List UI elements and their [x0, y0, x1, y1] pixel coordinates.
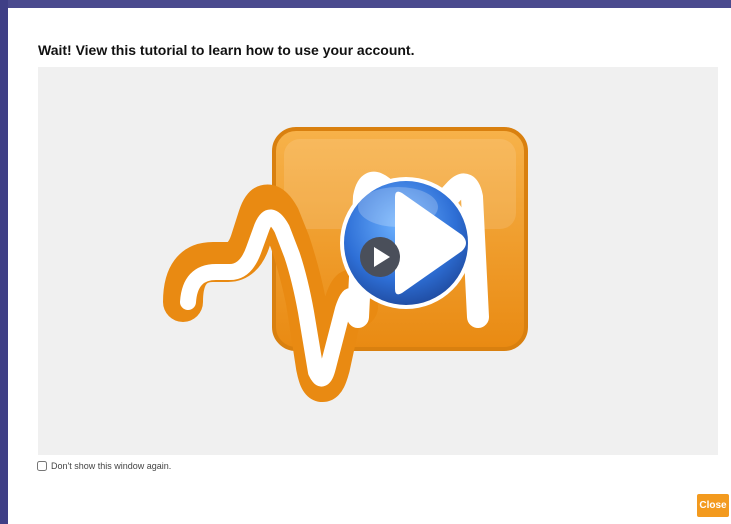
- dialog-title: Wait! View this tutorial to learn how to…: [38, 42, 415, 58]
- blue-play-button-icon[interactable]: [340, 177, 472, 309]
- video-thumbnail: [163, 127, 528, 402]
- window-top-border: [0, 0, 731, 8]
- tutorial-dialog: Wait! View this tutorial to learn how to…: [8, 8, 731, 524]
- dont-show-again-label: Don't show this window again.: [51, 461, 172, 471]
- tutorial-video[interactable]: [38, 67, 718, 455]
- window-left-border: [0, 0, 8, 524]
- dont-show-again-row[interactable]: Don't show this window again.: [37, 459, 171, 473]
- close-button[interactable]: Close: [697, 494, 729, 517]
- dont-show-again-checkbox[interactable]: [37, 461, 47, 471]
